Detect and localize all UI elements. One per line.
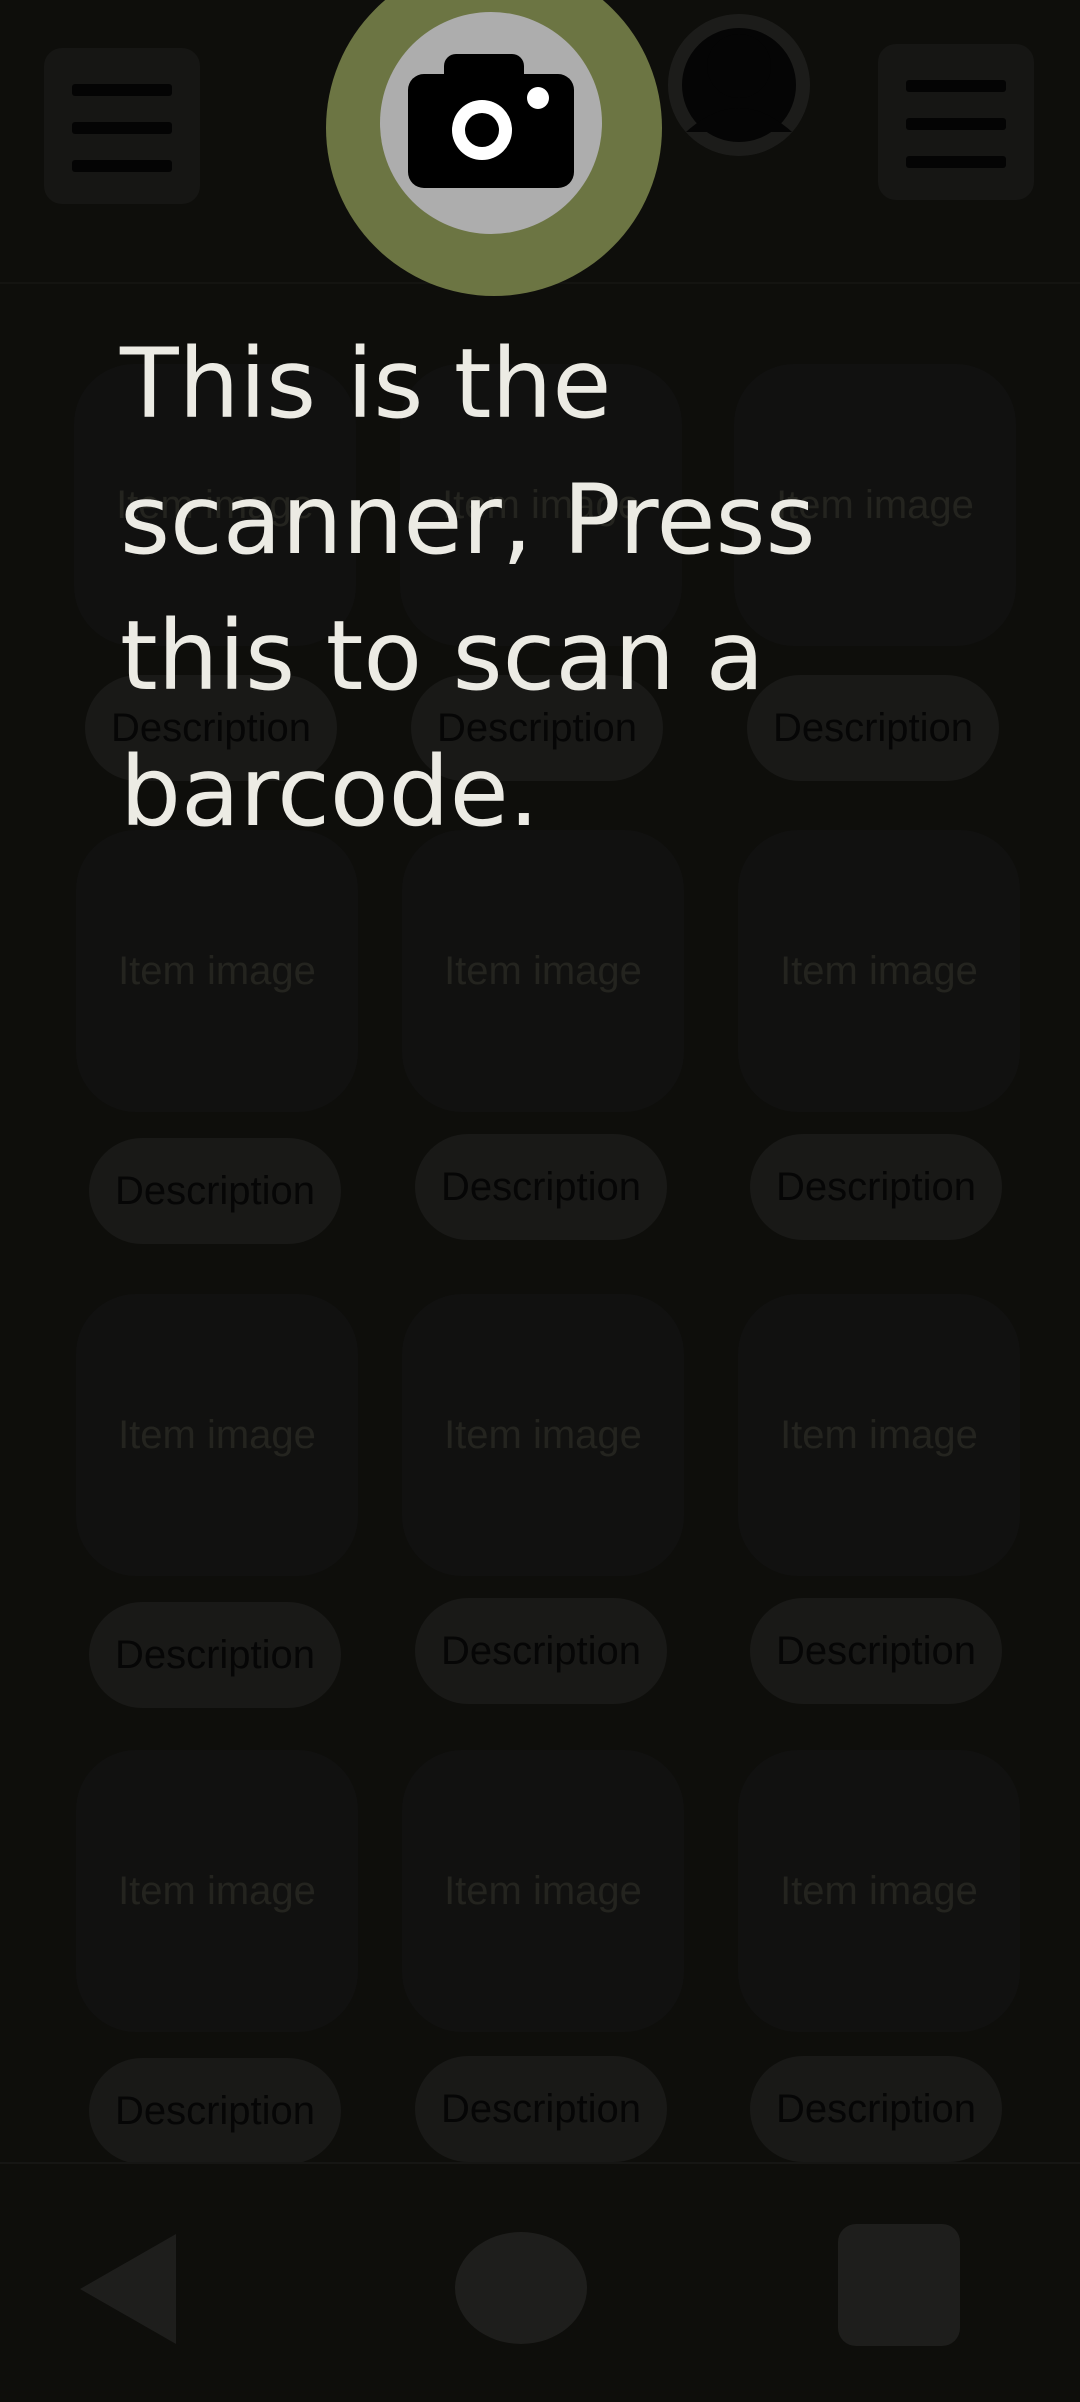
item-description[interactable]: Description: [750, 1134, 1002, 1240]
recents-square-icon[interactable]: [838, 2224, 960, 2346]
user-avatar-icon: [668, 14, 810, 156]
item-image[interactable]: Item image: [402, 1294, 684, 1576]
item-description[interactable]: Description: [415, 1134, 667, 1240]
item-image[interactable]: Item image: [738, 1750, 1020, 2032]
item-image[interactable]: Item image: [402, 1750, 684, 2032]
item-image[interactable]: Item image: [738, 1294, 1020, 1576]
system-navigation-bar: [0, 2162, 1080, 2402]
item-description[interactable]: Description: [89, 1602, 341, 1708]
back-triangle-icon[interactable]: [80, 2234, 176, 2344]
item-image[interactable]: Item image: [76, 1750, 358, 2032]
profile-button[interactable]: [668, 14, 810, 156]
item-image[interactable]: Item image: [76, 1294, 358, 1576]
item-image[interactable]: Item image: [402, 830, 684, 1112]
right-menu-button[interactable]: [878, 44, 1034, 200]
item-image[interactable]: Item image: [76, 830, 358, 1112]
app-screen: Item image Item image Item image Descrip…: [0, 0, 1080, 2402]
home-circle-icon[interactable]: [455, 2232, 587, 2344]
item-description[interactable]: Description: [415, 2056, 667, 2162]
item-description[interactable]: Description: [750, 1598, 1002, 1704]
item-image[interactable]: Item image: [738, 830, 1020, 1112]
scanner-button[interactable]: [380, 12, 602, 234]
item-description[interactable]: Description: [89, 2058, 341, 2164]
left-menu-button[interactable]: [44, 48, 200, 204]
item-description[interactable]: Description: [89, 1138, 341, 1244]
camera-icon: [408, 54, 574, 188]
item-description[interactable]: Description: [750, 2056, 1002, 2162]
item-description[interactable]: Description: [415, 1598, 667, 1704]
scanner-tooltip-text: This is the scanner, Press this to scan …: [120, 328, 816, 848]
